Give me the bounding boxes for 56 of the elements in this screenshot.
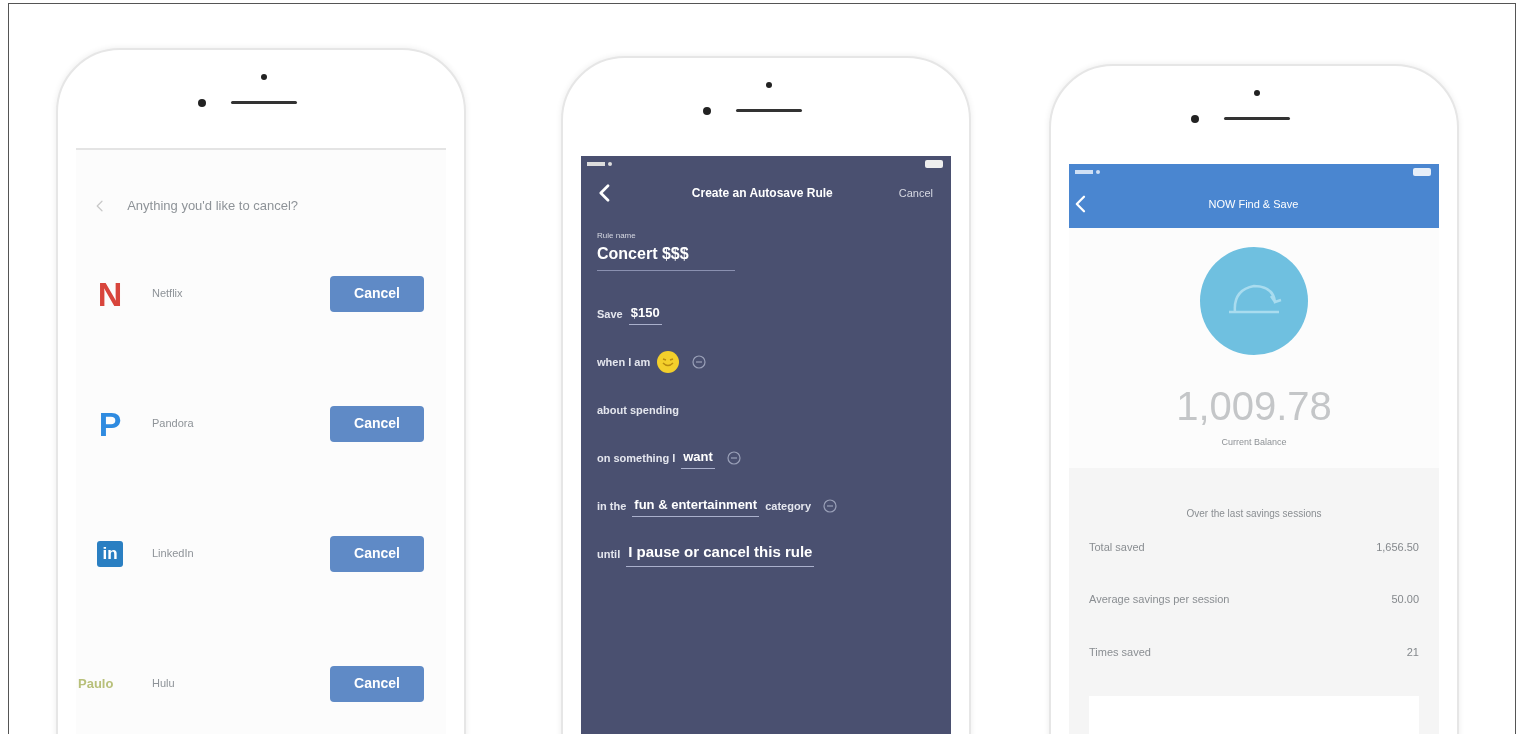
- logo-icon: P: [90, 406, 130, 441]
- screen-title: NOW Find & Save: [1207, 196, 1300, 212]
- section-title: Over the last savings sessions: [1186, 506, 1322, 521]
- service-name: Hulu: [152, 676, 176, 692]
- camera-icon: [261, 74, 267, 80]
- speaker-icon: [1224, 117, 1290, 120]
- camera-icon: [198, 99, 206, 107]
- rule-text: category: [765, 498, 811, 514]
- screen-title: Create an Autosave Rule: [690, 185, 834, 202]
- cancel-button[interactable]: Cancel: [330, 535, 424, 572]
- speaker-icon: [736, 109, 802, 112]
- camera-icon: [1254, 90, 1260, 96]
- balance-amount: 1,009.78: [1176, 386, 1332, 426]
- rule-text: until: [597, 546, 621, 562]
- stat-value: 21: [1406, 644, 1419, 660]
- cancel-button[interactable]: Cancel: [330, 665, 424, 702]
- battery-icon: [925, 160, 945, 168]
- camera-icon: [703, 107, 711, 115]
- rule-value[interactable]: I pause or cancel this rule: [626, 541, 815, 567]
- rule-name-field[interactable]: Concert $$$: [597, 242, 735, 271]
- service-name: Pandora: [152, 416, 195, 432]
- rule-value[interactable]: fun & entertainment: [632, 494, 760, 518]
- cancel-link[interactable]: Cancel: [898, 184, 933, 202]
- field-label: Rule name: [597, 230, 637, 242]
- stat-label: Times saved: [1089, 644, 1151, 660]
- stat-label: Average savings per session: [1089, 592, 1230, 607]
- speaker-icon: [231, 101, 297, 104]
- signal-icon: [1075, 169, 1101, 175]
- minus-circle-icon[interactable]: [726, 451, 741, 465]
- logo-icon: N: [90, 276, 130, 311]
- minus-circle-icon[interactable]: [823, 499, 837, 513]
- service-name: LinkedIn: [152, 546, 195, 562]
- camera-icon: [1191, 115, 1199, 123]
- rule-text: on something I: [597, 450, 676, 466]
- stat-value: 1,656.50: [1376, 539, 1419, 555]
- stat-value: 50.00: [1391, 592, 1419, 607]
- balance-caption: Current Balance: [1221, 436, 1287, 449]
- smiley-icon[interactable]: [656, 350, 681, 374]
- rule-value[interactable]: want: [681, 446, 715, 470]
- rule-text: when I am: [597, 354, 651, 370]
- camera-icon: [766, 82, 772, 88]
- logo-icon: in: [97, 540, 123, 567]
- cancel-button[interactable]: Cancel: [330, 275, 424, 312]
- signal-icon: [587, 161, 613, 167]
- cloud-icon: [1199, 246, 1309, 356]
- logo-icon: Paulo: [78, 673, 130, 694]
- stat-label: Total saved: [1089, 539, 1145, 555]
- rule-text: Save: [597, 306, 623, 322]
- rule-text: about spending: [597, 402, 679, 418]
- cancel-button[interactable]: Cancel: [330, 405, 424, 442]
- minus-circle-icon[interactable]: [692, 355, 707, 369]
- rule-text: in the: [597, 498, 627, 514]
- rule-value[interactable]: $150: [628, 302, 662, 326]
- service-name: Netflix: [152, 286, 184, 302]
- screen-title: Anything you'd like to cancel?: [127, 197, 299, 215]
- battery-icon: [1413, 168, 1433, 176]
